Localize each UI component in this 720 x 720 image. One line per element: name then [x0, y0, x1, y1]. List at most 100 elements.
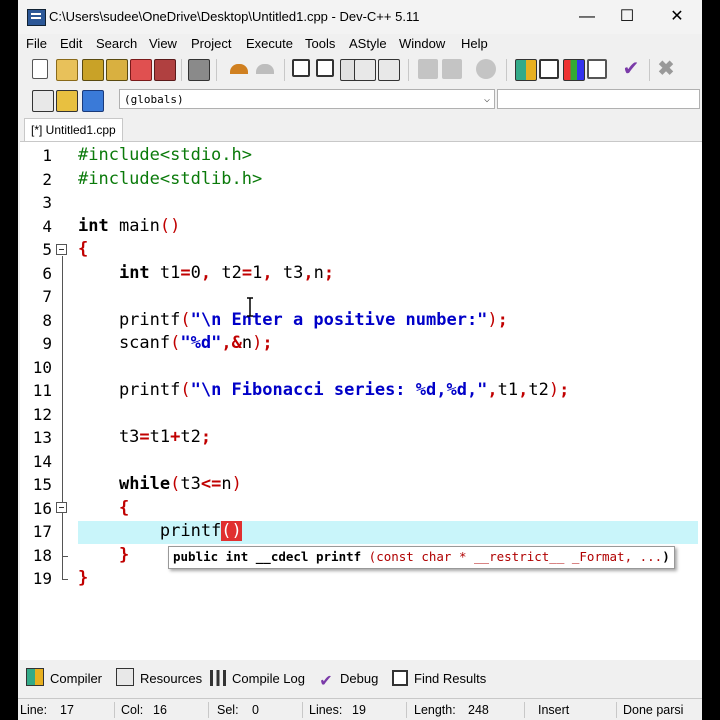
compile-icon[interactable] [515, 59, 537, 81]
tab-resources[interactable]: Resources [116, 668, 202, 690]
code-token: ) [231, 521, 242, 541]
code-token: ( [170, 333, 181, 353]
scope-dropdown[interactable]: (globals) ⌵ [119, 89, 495, 109]
toolbar-separator [649, 59, 650, 81]
find-results-icon [392, 670, 408, 686]
code-token: printf [78, 380, 181, 400]
open-project-icon[interactable] [56, 59, 78, 81]
save-all-icon[interactable] [106, 59, 128, 81]
compile-log-icon [210, 670, 226, 686]
goto-line-icon[interactable] [354, 59, 376, 81]
window-title: C:\Users\sudee\OneDrive\Desktop\Untitled… [49, 9, 420, 24]
toolbar-separator [181, 59, 182, 81]
status-separator [302, 702, 303, 718]
code-line-6: int t1=0, t2=1, t3,n; [78, 262, 334, 286]
line-number: 18 [32, 545, 52, 565]
indent-icon[interactable] [418, 59, 438, 79]
function-hint-tooltip: public int __cdecl printf (const char * … [168, 546, 675, 569]
close-button[interactable]: ✕ [654, 0, 700, 34]
menu-search[interactable]: Search [96, 36, 137, 51]
menu-file[interactable]: File [26, 36, 47, 51]
code-token: ; [323, 262, 335, 283]
fold-collapse-icon[interactable] [56, 502, 67, 513]
code-line-15: while(t3<=n) [78, 473, 242, 497]
line-number: 19 [32, 569, 52, 588]
bookmark-icon[interactable] [378, 59, 400, 81]
code-token: 1 [252, 262, 263, 283]
status-bar: Line: 17 Col: 16 Sel: 0 Lines: 19 Length… [18, 698, 702, 720]
code-token: + [170, 427, 181, 447]
tab-untitled1[interactable]: [*] Untitled1.cpp [24, 118, 123, 141]
chevron-down-icon: ⌵ [483, 94, 490, 105]
replace-icon[interactable] [316, 59, 334, 77]
undo-icon[interactable] [230, 64, 248, 74]
status-line-value: 17 [60, 703, 74, 717]
code-token: n [221, 474, 232, 494]
syntax-check-icon[interactable]: ✔ [621, 59, 641, 79]
menu-help[interactable]: Help [461, 36, 488, 51]
function-dropdown[interactable] [497, 89, 700, 109]
tab-debug[interactable]: ✔ Debug [318, 668, 378, 690]
line-number: 17 [32, 522, 52, 541]
line-number: 4 [42, 216, 52, 236]
stop-execution-icon[interactable]: ✖ [656, 59, 676, 79]
close-file-icon[interactable] [130, 59, 152, 81]
save-icon[interactable] [82, 59, 104, 81]
close-all-icon[interactable] [154, 59, 176, 81]
fold-end-marker [62, 556, 68, 557]
menu-edit[interactable]: Edit [60, 36, 82, 51]
goto-definition-icon[interactable] [82, 90, 104, 112]
toggle-comment-icon[interactable] [476, 59, 496, 79]
line-number: 6 [42, 263, 52, 283]
menu-astyle[interactable]: AStyle [349, 36, 387, 51]
goto-declaration-icon[interactable] [56, 90, 78, 112]
class-browser-icon[interactable] [32, 90, 54, 112]
menu-execute[interactable]: Execute [246, 36, 293, 51]
status-parse: Done parsi [623, 703, 684, 717]
find-icon[interactable] [292, 59, 310, 77]
new-file-icon[interactable] [32, 59, 48, 79]
redo-icon[interactable] [256, 64, 274, 74]
fold-collapse-icon[interactable] [56, 244, 67, 255]
code-editor[interactable]: 1 2 3 4 5 6 7 8 9 10 11 12 13 14 15 16 1… [20, 141, 702, 660]
line-number: 2 [42, 169, 52, 189]
code-token: = [180, 262, 191, 283]
tab-label: Resources [140, 671, 203, 686]
tooltip-signature: public int __cdecl printf [173, 549, 369, 564]
code-token: = [139, 427, 150, 447]
code-line-4: int main() [78, 215, 180, 239]
code-token: , [487, 380, 498, 400]
resources-icon [116, 668, 134, 686]
fold-line [62, 256, 63, 580]
tab-compiler[interactable]: Compiler [26, 668, 102, 690]
status-sel-value: 0 [252, 703, 259, 717]
main-toolbar: ✔ ✖ [18, 55, 702, 85]
code-token: "\n Enter a positive number:" [190, 309, 488, 330]
code-token: t3 [272, 262, 304, 283]
code-line-16: { [78, 497, 129, 521]
code-token: 0 [190, 262, 201, 283]
print-icon[interactable] [188, 59, 210, 81]
run-icon[interactable] [539, 59, 559, 79]
menu-window[interactable]: Window [399, 36, 445, 51]
tab-find-results[interactable]: Find Results [392, 668, 486, 690]
rebuild-all-icon[interactable] [587, 59, 607, 79]
menu-view[interactable]: View [149, 36, 177, 51]
tab-compile-log[interactable]: Compile Log [210, 668, 305, 690]
maximize-button[interactable]: ☐ [604, 0, 650, 34]
code-token: ; [262, 333, 273, 353]
menu-project[interactable]: Project [191, 36, 231, 51]
unindent-icon[interactable] [442, 59, 462, 79]
code-token: & [231, 333, 242, 353]
code-token: , [221, 333, 232, 353]
status-separator [208, 702, 209, 718]
compile-run-icon[interactable] [563, 59, 585, 81]
code-token: } [78, 544, 130, 565]
toolbar-separator [284, 59, 285, 81]
code-token: ( [180, 380, 191, 400]
toolbar-separator [216, 59, 217, 81]
menu-tools[interactable]: Tools [305, 36, 335, 51]
class-toolbar: (globals) ⌵ [18, 86, 702, 116]
code-token: ) [231, 474, 242, 494]
code-token: printf [78, 521, 222, 541]
